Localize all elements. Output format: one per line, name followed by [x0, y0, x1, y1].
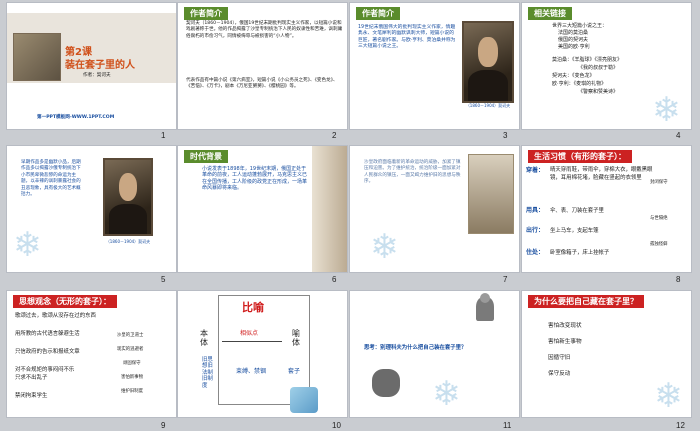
- footer-text: 第一PPT模板网-WWW.1PPT.COM: [37, 115, 115, 120]
- seated-figure-image: [372, 369, 400, 397]
- item-note: 害怕新事物: [121, 375, 143, 380]
- snowflake-icon: ❄: [370, 227, 399, 267]
- item-note: 封闭保守: [650, 180, 668, 185]
- item-note: 与世隔绝: [650, 216, 668, 221]
- slide-thumbnail-7[interactable]: 沙皇政府面临着新的革命运动的威胁，加紧了镇压和迫害。为了维护统治，统治阶级一面加…: [349, 145, 520, 273]
- decorative-image: [312, 146, 347, 272]
- slide-thumbnail-1[interactable]: 第2课 装在套子里的人 作者：契诃夫 第一PPT模板网-WWW.1PPT.COM: [6, 2, 177, 130]
- snowflake-icon: ❄: [652, 90, 681, 130]
- list-line: 契诃夫：《变色龙》: [552, 73, 595, 79]
- vehicle-label: 喻体: [292, 329, 300, 347]
- slide-number: 10: [332, 421, 341, 430]
- list-line: 《我的叔叔于勒》: [578, 65, 619, 71]
- list-line: 因循守旧: [548, 355, 571, 361]
- list-line: 保守反动: [548, 371, 571, 377]
- item-text: 坐上马车，支起车篷: [550, 228, 599, 234]
- tenor-value: 旧思想旧法制旧制度: [202, 357, 213, 389]
- slide-header: 时代背景: [184, 150, 228, 163]
- slide-header: 生活习惯（有形的套子）：: [528, 150, 632, 163]
- item-label: 出行：: [526, 227, 545, 234]
- list-line: 莫泊桑：《羊脂球》《漂亮朋友》: [552, 57, 623, 63]
- illustration-image: [468, 154, 514, 234]
- item-label: 用具：: [526, 207, 545, 214]
- slide-number: 12: [676, 421, 685, 430]
- list-line: 害怕新生事物: [548, 339, 582, 345]
- history-text: 沙皇政府面临着新的革命运动的威胁，加紧了镇压和迫害。为了维护统治，统治阶级一面加…: [364, 160, 461, 185]
- slide-title: 比喻: [242, 301, 264, 314]
- item-label: 穿着：: [526, 167, 545, 174]
- list-line: 用所教的古代语言躲避生活: [15, 331, 80, 337]
- slide-thumbnail-8[interactable]: 生活习惯（有形的套子）： 穿着： 晴天穿雨鞋，带雨伞，穿棉大衣，眼戴黑眼镜，耳用…: [521, 145, 692, 273]
- item-text: 卧室像箱子，床上挂帐子: [550, 250, 610, 256]
- intro-text: 19世纪末俄国伟大的批判现实主义作家，情趣隽永、文笔犀利的幽默讽刺大师，短篇小说…: [358, 25, 456, 50]
- item-label: 住处：: [526, 249, 545, 256]
- list-line: 禁闭拘束学生: [15, 393, 48, 399]
- slide-thumbnail-11[interactable]: 思考：别理科夫为什么把自己装在套子里？ ❄: [349, 290, 520, 418]
- list-line: 只信政府的告示和报纸文章: [15, 349, 80, 355]
- slide-thumbnail-6[interactable]: 时代背景 小说发表于1898年，19世纪末期，俄国正处于革命的前夜，工人运动蓬勃…: [177, 145, 348, 273]
- item-note: 维护旧制度: [121, 389, 143, 394]
- vehicle-value: 套子: [288, 368, 301, 375]
- slide-header: 为什么要把自己藏在套子里？: [528, 295, 644, 308]
- slide-thumbnail-5[interactable]: 早期作品多是幽默小品，后期作品多以揭露沙俄专制统治下小市民卑微悲惨的命运为主题，…: [6, 145, 177, 273]
- slide-number: 3: [503, 131, 508, 140]
- slide-thumbnail-2[interactable]: 作者简介 契诃夫（1860－1904），俄国19世纪末期批判现实主义作家，以短篇…: [177, 2, 348, 130]
- cartoon-image: [290, 387, 318, 413]
- similarity-value: 束缚、禁锢: [236, 368, 267, 375]
- question-text: 思考：别理科夫为什么把自己装在套子里？: [364, 345, 467, 351]
- slide-number: 5: [161, 275, 166, 284]
- works-paragraph: 代表作品有中篇小说《第六病室》，短篇小说《小公务员之死》、《变色龙》、《苦恼》、…: [186, 78, 338, 90]
- list-line: 对不合规矩的事闷闷不乐: [15, 367, 75, 373]
- slide-number: 9: [161, 421, 166, 430]
- slide-number: 8: [676, 275, 681, 284]
- bio-paragraph: 契诃夫（1860－1904），俄国19世纪末期批判现实主义作家，以短篇小说和戏剧…: [186, 21, 343, 39]
- snowflake-icon: ❄: [654, 376, 683, 416]
- slide-header: 相关链接: [528, 7, 572, 20]
- author-line: 作者：契诃夫: [83, 73, 111, 78]
- list-line: 世界三大短篇小说之王：: [552, 23, 608, 29]
- background-text: 小说发表于1898年，19世纪末期，俄国正处于革命的前夜，工人运动蓬勃展开，马克…: [202, 166, 308, 192]
- list-line: 欧·亨利：《麦琪的礼物》: [552, 81, 607, 87]
- list-line: 害怕改变现状: [548, 323, 582, 329]
- list-line: 俄国的契诃夫: [558, 37, 589, 43]
- snowflake-icon: ❄: [13, 225, 42, 265]
- slide-number: 1: [161, 131, 166, 140]
- item-note: 顽固保守: [123, 361, 141, 366]
- slide-header: 思想观念（无形的套子）：: [13, 295, 117, 308]
- cover-image: [13, 33, 61, 81]
- item-text: 晴天穿雨鞋，带雨伞，穿棉大衣，眼戴黑眼镜，耳用棉花堵，脸藏在竖起的衣领里: [550, 167, 653, 181]
- slide-thumbnail-4[interactable]: 相关链接 世界三大短篇小说之王： 法国的莫泊桑 俄国的契诃夫 美国的欧·亨利 莫…: [521, 2, 692, 130]
- portrait-caption: （1860－1904）契诃夫: [465, 103, 511, 108]
- tenor-label: 本体: [200, 329, 208, 347]
- list-line: 歌颂过去，歌颂从没存在过的东西: [15, 313, 96, 319]
- slide-number: 4: [676, 131, 681, 140]
- list-line: 《警察和赞美诗》: [578, 89, 619, 95]
- list-line: 法国的莫泊桑: [558, 30, 589, 36]
- slide-number: 7: [503, 275, 508, 284]
- item-note: 现实的逃避者: [117, 347, 144, 352]
- list-line: 只求不出乱子: [15, 375, 48, 381]
- similarity-label: 相似点: [240, 330, 259, 337]
- works-description: 早期作品多是幽默小品，后期作品多以揭露沙俄专制统治下小市民卑微悲惨的命运为主题，…: [21, 160, 81, 198]
- portrait-caption: （1860－1904）契诃夫: [105, 239, 151, 244]
- slide-thumbnail-9[interactable]: 思想观念（无形的套子）： 歌颂过去，歌颂从没存在过的东西 用所教的古代语言躲避生…: [6, 290, 177, 418]
- item-note: 孤独怪僻: [650, 242, 668, 247]
- chekhov-portrait: [462, 21, 514, 103]
- list-line: 美国的欧·亨利: [558, 44, 590, 50]
- slide-subtitle: 装在套子里的人: [65, 60, 135, 71]
- slide-number: 6: [332, 275, 337, 284]
- snowflake-icon: ❄: [432, 374, 461, 414]
- chekhov-portrait: [103, 158, 153, 236]
- slide-header: 作者简介: [356, 7, 400, 20]
- slide-thumbnail-10[interactable]: 比喻 本体 相似点 喻体 旧思想旧法制旧制度 束缚、禁锢 套子: [177, 290, 348, 418]
- slide-thumbnail-12[interactable]: 为什么要把自己藏在套子里？ 害怕改变现状 害怕新生事物 因循守旧 保守反动 ❄: [521, 290, 692, 418]
- slide-sorter-grid: 第2课 装在套子里的人 作者：契诃夫 第一PPT模板网-WWW.1PPT.COM…: [0, 0, 700, 431]
- slide-number: 11: [503, 421, 512, 430]
- slide-thumbnail-3[interactable]: 作者简介 19世纪末俄国伟大的批判现实主义作家，情趣隽永、文笔犀利的幽默讽刺大师…: [349, 2, 520, 130]
- slide-header: 作者简介: [184, 7, 228, 20]
- slide-number: 2: [332, 131, 337, 140]
- item-note: 沙皇的卫道士: [117, 333, 144, 338]
- item-text: 伞、表、刀装在套子里: [550, 208, 604, 214]
